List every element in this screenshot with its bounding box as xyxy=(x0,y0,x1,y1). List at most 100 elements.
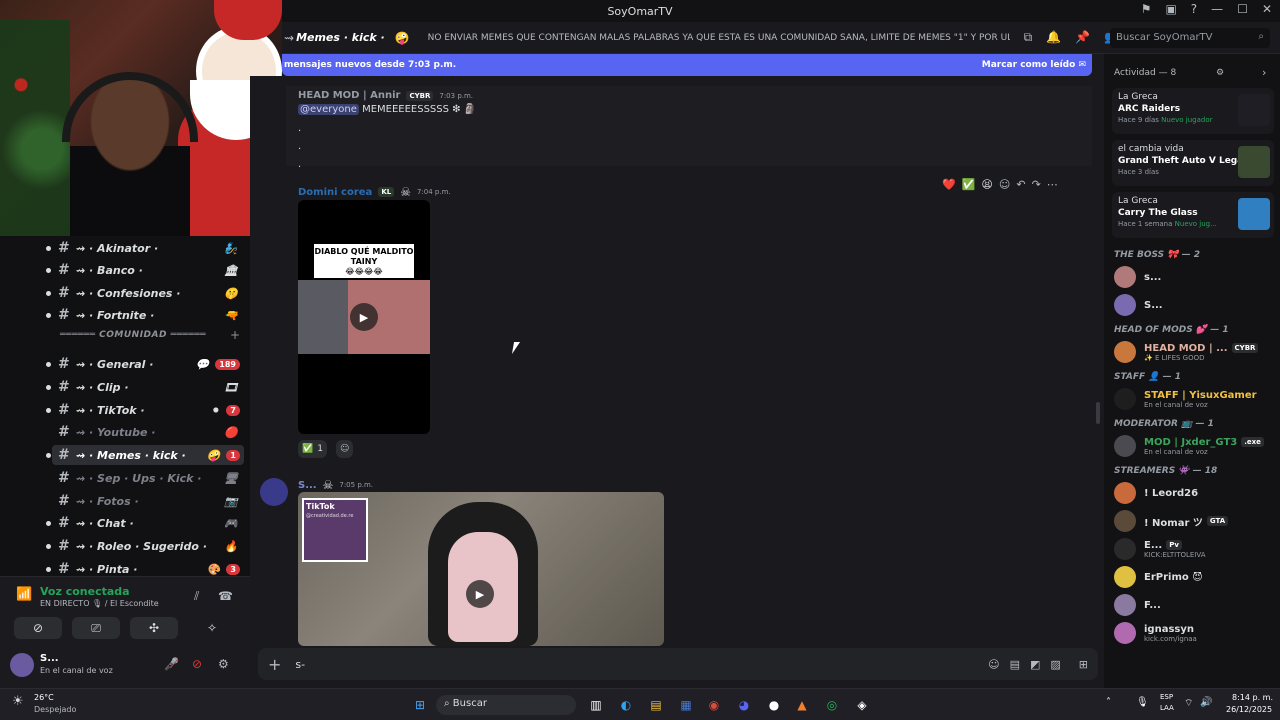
mute-icon[interactable]: 🎤̸ xyxy=(164,657,179,671)
message-input[interactable]: s- xyxy=(295,658,978,671)
forward-icon[interactable]: ↷ xyxy=(1032,178,1041,191)
reply-icon[interactable]: ↶ xyxy=(1016,178,1025,191)
channel-item[interactable]: # ⇝ · General · 💬 189 xyxy=(52,354,244,374)
channel-item[interactable]: # ⇝ · Fortnite · 🔫 xyxy=(52,305,244,325)
message-author[interactable]: HEAD MOD | Annir xyxy=(298,90,400,101)
taskbar-search[interactable]: ⌕ Buscar xyxy=(436,695,576,715)
inbox-icon[interactable]: ⚑ xyxy=(1141,2,1152,16)
play-icon[interactable]: ▶ xyxy=(350,303,378,331)
play-icon[interactable]: ▶ xyxy=(466,580,494,608)
author-avatar[interactable] xyxy=(260,478,288,506)
member-item[interactable]: ErPrimo 😈 xyxy=(1114,564,1274,590)
chrome-icon[interactable]: ◉ xyxy=(704,695,724,715)
lang-top[interactable]: ESP xyxy=(1160,693,1173,701)
new-messages-banner[interactable]: mensajes nuevos desde 7:03 p.m. Marcar c… xyxy=(282,54,1092,76)
screen-icon[interactable]: ▣ xyxy=(1165,2,1176,16)
mark-read-button[interactable]: Marcar como leído ✉ xyxy=(982,60,1086,70)
gif-icon[interactable]: ▤ xyxy=(1010,658,1020,671)
laugh-reaction-icon[interactable]: 😫 xyxy=(981,178,992,191)
noise-suppression-icon[interactable]: ⫽ xyxy=(194,589,199,604)
wifi-icon[interactable]: ⌔ xyxy=(1184,697,1193,710)
threads-icon[interactable]: ⧉ xyxy=(1024,30,1033,45)
channel-item[interactable]: # ⇝ · Akinator · 🧞 xyxy=(52,238,244,258)
member-item[interactable]: F... xyxy=(1114,592,1274,618)
emoji-icon[interactable]: ☺ xyxy=(988,658,999,671)
message-author[interactable]: Domini corea xyxy=(298,187,372,198)
member-item[interactable]: ! Leord26 xyxy=(1114,480,1274,506)
pin-icon[interactable]: 📌 xyxy=(1075,30,1090,45)
edge-icon[interactable]: ◐ xyxy=(616,695,636,715)
video-attachment[interactable]: DIABLO QUÉ MALDITO TAINY 😂😂😂😂 ▶ xyxy=(298,200,430,434)
channel-item[interactable]: # ⇝ · Youtube · 🔴 xyxy=(52,422,244,442)
image-icon[interactable]: ▨ xyxy=(1050,658,1060,671)
voice-location[interactable]: EN DIRECTO 🎙 / El Escondite xyxy=(40,599,159,608)
video-attachment[interactable]: TikTok @creatividad.de.re ▶ xyxy=(298,492,664,646)
volume-icon[interactable]: 🔊 xyxy=(1200,697,1212,708)
activity-settings-icon[interactable]: ⚙ xyxy=(1216,68,1224,78)
screen-share-button[interactable]: ⎚ xyxy=(72,617,120,639)
search-input[interactable]: Buscar SoyOmarTV ⌕ xyxy=(1110,28,1270,48)
store-icon[interactable]: ▦ xyxy=(676,695,696,715)
member-item[interactable]: STAFF | YisuxGamer En el canal de voz xyxy=(1114,386,1274,412)
heart-reaction-icon[interactable]: ❤️ xyxy=(942,178,956,191)
attach-icon[interactable]: + xyxy=(268,655,281,674)
windows-start-icon[interactable]: ⊞ xyxy=(410,695,430,715)
activities-button[interactable]: ✣ xyxy=(130,617,178,639)
app-icon[interactable]: ◈ xyxy=(852,695,872,715)
deafen-icon[interactable]: ⊘ xyxy=(192,657,202,671)
bell-icon[interactable]: 🔔 xyxy=(1046,30,1061,45)
clock-time[interactable]: 8:14 p. m. xyxy=(1232,693,1273,702)
member-item[interactable]: MOD | Jxder_GT3 .exe En el canal de voz xyxy=(1114,433,1274,459)
chevron-right-icon[interactable]: › xyxy=(1262,66,1266,79)
member-item[interactable]: ignassyn kick.com/ignaa xyxy=(1114,620,1274,646)
close-icon[interactable]: ✕ xyxy=(1262,2,1272,16)
channel-item[interactable]: # ⇝ · TikTok · ⚫ 7 xyxy=(52,400,244,420)
channel-item[interactable]: # ⇝ · Chat · 🎮 xyxy=(52,513,244,533)
activity-card[interactable]: La Greca ARC Raiders Hace 9 días Nuevo jug… xyxy=(1112,88,1274,134)
member-item[interactable]: E... Pv KICK:ELTITOLEIVA xyxy=(1114,536,1274,562)
app-a-icon[interactable]: ▲ xyxy=(792,695,812,715)
task-view-icon[interactable]: ▥ xyxy=(586,695,606,715)
settings-icon[interactable]: ⚙ xyxy=(218,657,229,671)
everyone-mention[interactable]: @everyone xyxy=(298,104,359,115)
help-icon[interactable]: ? xyxy=(1191,2,1197,16)
member-item[interactable]: S... xyxy=(1114,292,1274,318)
user-avatar[interactable] xyxy=(10,653,34,677)
channel-item[interactable]: # ⇝ · Sep · Ups · Kick · 🖥 xyxy=(52,468,244,488)
add-reaction-icon[interactable]: ☺ xyxy=(999,178,1010,191)
chat-scrollbar[interactable] xyxy=(1096,402,1100,424)
member-item[interactable]: s... xyxy=(1114,264,1274,290)
clock-date[interactable]: 26/12/2025 xyxy=(1226,705,1272,714)
channel-item[interactable]: # ⇝ · Memes · kick · 🤪 1 xyxy=(52,445,244,465)
message-author[interactable]: S... xyxy=(298,480,317,491)
apps-icon[interactable]: ⊞ xyxy=(1079,658,1088,671)
file-explorer-icon[interactable]: ▤ xyxy=(646,695,666,715)
weather-icon[interactable]: ☀ xyxy=(12,694,24,709)
soundboard-button[interactable]: ✧ xyxy=(188,617,236,639)
channel-item[interactable]: # ⇝ · Fotos · 📷 xyxy=(52,491,244,511)
obs-icon[interactable]: ● xyxy=(764,695,784,715)
sticker-icon[interactable]: ◩ xyxy=(1030,658,1040,671)
discord-taskbar-icon[interactable]: ◕ xyxy=(734,695,754,715)
spotify-icon[interactable]: ◎ xyxy=(822,695,842,715)
minimize-icon[interactable]: — xyxy=(1211,2,1223,16)
channel-item[interactable]: # ⇝ · Confesiones · 🤫 xyxy=(52,283,244,303)
maximize-icon[interactable]: ☐ xyxy=(1237,2,1248,16)
category-header[interactable]: ══════ COMUNIDAD ══════ xyxy=(60,330,206,340)
activity-card[interactable]: el cambia vida Grand Theft Auto V Legacy H… xyxy=(1112,140,1274,186)
add-reaction-button[interactable]: ☺ xyxy=(336,440,354,458)
channel-item[interactable]: # ⇝ · Banco · 🏛 xyxy=(52,260,244,280)
add-channel-icon[interactable]: + xyxy=(230,328,240,342)
channel-item[interactable]: # ⇝ · Clip · 🎞 xyxy=(52,377,244,397)
disconnect-icon[interactable]: ☎ xyxy=(218,589,233,603)
check-reaction-icon[interactable]: ✅ xyxy=(962,178,976,191)
tray-chevron-icon[interactable]: ˄ xyxy=(1106,697,1111,708)
member-item[interactable]: ! Nomar ツ GTA xyxy=(1114,508,1274,534)
channel-item[interactable]: # ⇝ · Roleo · Sugerido · 🔥 xyxy=(52,536,244,556)
lang-bottom[interactable]: LAA xyxy=(1160,704,1174,712)
signal-icon[interactable]: 📶 xyxy=(16,587,32,602)
more-icon[interactable]: ⋯ xyxy=(1047,178,1058,191)
member-item[interactable]: HEAD MOD | ... CYBR ✨ E LIFES GOOD xyxy=(1114,339,1274,365)
channel-topic[interactable]: NO ENVIAR MEMES QUE CONTENGAN MALAS PALA… xyxy=(428,33,1010,43)
camera-off-button[interactable]: ⊘ xyxy=(14,617,62,639)
